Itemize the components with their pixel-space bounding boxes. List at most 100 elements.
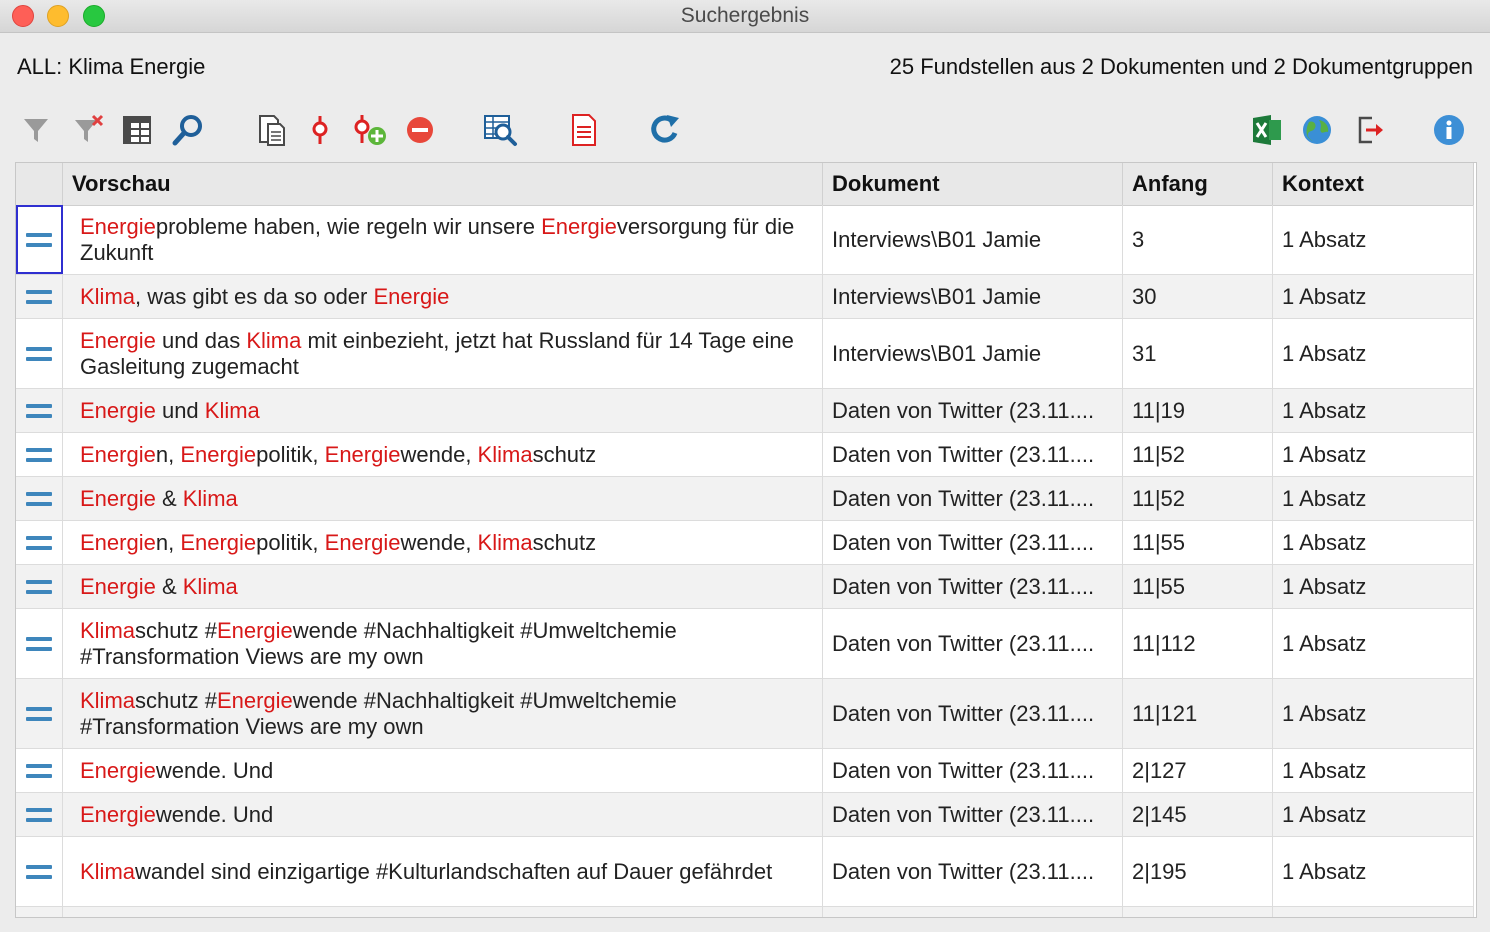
row-handle[interactable] bbox=[16, 609, 63, 678]
row-handle[interactable] bbox=[16, 275, 63, 318]
context-cell[interactable]: 1 Absatz bbox=[1273, 205, 1474, 274]
search-hit: Energie bbox=[80, 573, 156, 599]
document-list-button[interactable] bbox=[252, 110, 292, 150]
start-cell[interactable]: 11|55 bbox=[1123, 521, 1273, 564]
preview-cell[interactable]: Energien, Energiepolitik, Energiewende, … bbox=[63, 433, 823, 476]
document-cell[interactable]: Daten von Twitter (23.11.... bbox=[823, 793, 1123, 836]
clear-filter-button[interactable] bbox=[68, 110, 108, 150]
document-cell[interactable]: Daten von Twitter (23.11.... bbox=[823, 749, 1123, 792]
columns-button[interactable] bbox=[117, 110, 157, 150]
start-cell[interactable]: 11|52 bbox=[1123, 433, 1273, 476]
start-cell[interactable]: 11|19 bbox=[1123, 389, 1273, 432]
table-row[interactable]: Klima, was gibt es da so oder Energie Int… bbox=[16, 275, 1474, 319]
column-header-preview[interactable]: Vorschau bbox=[63, 163, 823, 205]
context-cell[interactable]: 1 Absatz bbox=[1273, 275, 1474, 318]
preview-cell[interactable]: Energieprobleme haben, wie regeln wir un… bbox=[63, 205, 823, 274]
export-button[interactable] bbox=[1350, 110, 1390, 150]
context-cell[interactable]: 1 Absatz bbox=[1273, 389, 1474, 432]
start-cell[interactable]: 11|55 bbox=[1123, 565, 1273, 608]
table-row[interactable]: Energie & Klima Daten von Twitter (23.11.… bbox=[16, 477, 1474, 521]
text-report-button[interactable] bbox=[564, 110, 604, 150]
context-cell[interactable]: 1 Absatz bbox=[1273, 609, 1474, 678]
document-cell[interactable]: Daten von Twitter (23.11.... bbox=[823, 679, 1123, 748]
row-handle[interactable] bbox=[16, 793, 63, 836]
table-row[interactable]: Energiewende. Und Daten von Twitter (23.1… bbox=[16, 749, 1474, 793]
start-cell[interactable]: 31 bbox=[1123, 319, 1273, 388]
start-cell[interactable]: 3 bbox=[1123, 205, 1273, 274]
table-row[interactable]: Energie & Klima Daten von Twitter (23.11.… bbox=[16, 565, 1474, 609]
column-header-start[interactable]: Anfang bbox=[1123, 163, 1273, 205]
row-handle[interactable] bbox=[16, 679, 63, 748]
row-handle[interactable] bbox=[16, 205, 63, 274]
table-row[interactable]: Energie und Klima Daten von Twitter (23.1… bbox=[16, 389, 1474, 433]
context-cell[interactable]: 1 Absatz bbox=[1273, 793, 1474, 836]
preview-cell[interactable]: Klima, was gibt es da so oder Energie bbox=[63, 275, 823, 318]
preview-cell[interactable]: Energien, Energiepolitik, Energiewende, … bbox=[63, 521, 823, 564]
start-cell[interactable]: 2|195 bbox=[1123, 837, 1273, 906]
context-cell[interactable]: 1 Absatz bbox=[1273, 477, 1474, 520]
row-handle[interactable] bbox=[16, 319, 63, 388]
table-row[interactable]: Klimawandel sind einzigartige #Kulturlan… bbox=[16, 837, 1474, 907]
table-row[interactable]: Energien, Energiepolitik, Energiewende, … bbox=[16, 521, 1474, 565]
document-cell[interactable]: Daten von Twitter (23.11.... bbox=[823, 521, 1123, 564]
filter-button[interactable] bbox=[16, 110, 56, 150]
row-handle[interactable] bbox=[16, 749, 63, 792]
start-cell[interactable]: 2|145 bbox=[1123, 793, 1273, 836]
context-cell[interactable]: 1 Absatz bbox=[1273, 565, 1474, 608]
preview-cell[interactable]: Klimaschutz #Energiewende #Nachhaltigkei… bbox=[63, 609, 823, 678]
title-bar[interactable]: Suchergebnis bbox=[0, 0, 1490, 33]
table-row[interactable]: Energie und das Klima mit einbezieht, je… bbox=[16, 319, 1474, 389]
document-cell[interactable]: Daten von Twitter (23.11.... bbox=[823, 477, 1123, 520]
context-cell[interactable]: 1 Absatz bbox=[1273, 837, 1474, 906]
preview-cell[interactable]: Klimawandel sind einzigartige #Kulturlan… bbox=[63, 837, 823, 906]
preview-cell[interactable]: Energiewende. Und bbox=[63, 793, 823, 836]
document-cell[interactable]: Daten von Twitter (23.11.... bbox=[823, 565, 1123, 608]
preview-cell[interactable]: Energie & Klima bbox=[63, 477, 823, 520]
web-export-button[interactable] bbox=[1297, 110, 1337, 150]
table-row[interactable]: Energien, Energiepolitik, Energiewende, … bbox=[16, 433, 1474, 477]
context-cell[interactable]: 1 Absatz bbox=[1273, 433, 1474, 476]
start-cell[interactable]: 11|52 bbox=[1123, 477, 1273, 520]
column-header-document[interactable]: Dokument bbox=[823, 163, 1123, 205]
document-cell[interactable]: Daten von Twitter (23.11.... bbox=[823, 609, 1123, 678]
preview-cell[interactable]: Energie & Klima bbox=[63, 565, 823, 608]
start-cell[interactable]: 2|127 bbox=[1123, 749, 1273, 792]
search-button[interactable] bbox=[168, 110, 208, 150]
document-cell[interactable]: Daten von Twitter (23.11.... bbox=[823, 433, 1123, 476]
context-cell[interactable]: 1 Absatz bbox=[1273, 679, 1474, 748]
search-table-button[interactable] bbox=[481, 110, 521, 150]
table-row[interactable]: Energieprobleme haben, wie regeln wir un… bbox=[16, 205, 1474, 275]
row-handle[interactable] bbox=[16, 521, 63, 564]
coded-segment-button[interactable] bbox=[300, 110, 340, 150]
document-cell[interactable]: Interviews\B01 Jamie bbox=[823, 319, 1123, 388]
column-header-context[interactable]: Kontext bbox=[1273, 163, 1474, 205]
context-cell[interactable]: 1 Absatz bbox=[1273, 521, 1474, 564]
row-handle[interactable] bbox=[16, 477, 63, 520]
refresh-button[interactable] bbox=[646, 110, 686, 150]
row-handle[interactable] bbox=[16, 389, 63, 432]
table-row[interactable]: Klimaschutz #Energiewende #Nachhaltigkei… bbox=[16, 679, 1474, 749]
start-cell[interactable]: 30 bbox=[1123, 275, 1273, 318]
start-cell[interactable]: 11|112 bbox=[1123, 609, 1273, 678]
column-header-handle[interactable] bbox=[16, 163, 63, 205]
table-row[interactable]: Klimaschutz #Energiewende #Nachhaltigkei… bbox=[16, 609, 1474, 679]
excel-export-button[interactable] bbox=[1247, 110, 1287, 150]
document-cell[interactable]: Daten von Twitter (23.11.... bbox=[823, 389, 1123, 432]
preview-cell[interactable]: Energie und das Klima mit einbezieht, je… bbox=[63, 319, 823, 388]
table-row[interactable]: Energiewende. Und Daten von Twitter (23.1… bbox=[16, 793, 1474, 837]
document-cell[interactable]: Interviews\B01 Jamie bbox=[823, 275, 1123, 318]
context-cell[interactable]: 1 Absatz bbox=[1273, 319, 1474, 388]
preview-cell[interactable]: Energiewende. Und bbox=[63, 749, 823, 792]
preview-cell[interactable]: Energie und Klima bbox=[63, 389, 823, 432]
document-cell[interactable]: Daten von Twitter (23.11.... bbox=[823, 837, 1123, 906]
remove-button[interactable] bbox=[400, 110, 440, 150]
start-cell[interactable]: 11|121 bbox=[1123, 679, 1273, 748]
document-cell[interactable]: Interviews\B01 Jamie bbox=[823, 205, 1123, 274]
add-code-button[interactable] bbox=[350, 110, 390, 150]
row-handle[interactable] bbox=[16, 837, 63, 906]
context-cell[interactable]: 1 Absatz bbox=[1273, 749, 1474, 792]
row-handle[interactable] bbox=[16, 565, 63, 608]
preview-cell[interactable]: Klimaschutz #Energiewende #Nachhaltigkei… bbox=[63, 679, 823, 748]
info-button[interactable] bbox=[1429, 110, 1469, 150]
row-handle[interactable] bbox=[16, 433, 63, 476]
